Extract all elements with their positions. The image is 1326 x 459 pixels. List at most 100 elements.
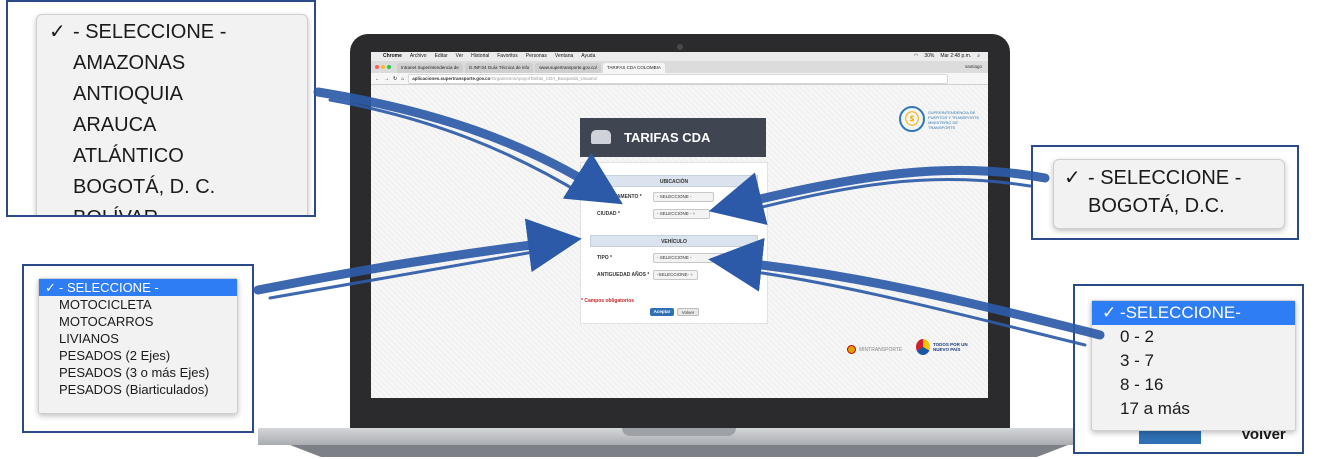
option-label: 17 a más — [1120, 399, 1190, 418]
tipo-option[interactable]: PESADOS (2 Ejes) — [39, 347, 237, 364]
option-label: - SELECCIONE - — [1088, 167, 1242, 189]
tipo-dropdown-list: ✓ - SELECCIONE - MOTOCICLETA MOTOCARROS L… — [38, 278, 238, 414]
menu-item-editar[interactable]: Editar — [435, 52, 448, 61]
url-field[interactable]: aplicaciones.supertransporte.gov.co/Orga… — [408, 73, 948, 84]
menu-item-archivo[interactable]: Archivo — [410, 52, 427, 61]
ciudad-dropdown-list: ✓ - SELECCIONE - BOGOTÁ, D.C. — [1053, 159, 1285, 229]
accept-button[interactable]: Aceptar — [650, 308, 674, 316]
logo-title: SUPERINTENDENCIA DE PUERTOS Y TRANSPORTE — [928, 110, 980, 120]
clock[interactable]: Mar 2:48 p.m. — [940, 52, 971, 61]
option-label: ATLÁNTICO — [73, 145, 184, 167]
antiguedad-select[interactable]: -SELECCIONE- ÷ — [653, 270, 698, 280]
battery-percent[interactable]: 30% — [924, 52, 934, 61]
tipo-option[interactable]: MOTOCARROS — [39, 313, 237, 330]
ciudad-select[interactable]: - SELECCIONE - ÷ — [653, 209, 710, 219]
option-label: MOTOCARROS — [59, 314, 154, 329]
antiguedad-option[interactable]: 17 a más — [1092, 397, 1295, 421]
minimize-window-icon[interactable] — [381, 65, 385, 69]
browser-tab-guia-tecnica[interactable]: G.INF.04 Guía Técnica de info — [464, 63, 534, 73]
antiguedad-option[interactable]: 3 - 7 — [1092, 349, 1295, 373]
ciudad-option[interactable]: BOGOTÁ, D.C. — [1054, 192, 1284, 220]
option-label: AMAZONAS — [73, 52, 186, 74]
departamento-row: DEPARTAMENTO * - SELECCIONE - — [597, 187, 767, 207]
todos-por-un-nuevo-pais-logo: TODOS POR UN NUEVO PAÍS — [916, 337, 976, 357]
nuevo-pais-flag-icon — [916, 339, 930, 355]
close-window-icon[interactable] — [375, 65, 379, 69]
option-label: ANTIOQUIA — [73, 83, 184, 105]
profile-name[interactable]: santiago — [965, 61, 982, 73]
tipo-option[interactable]: LIVIANOS — [39, 330, 237, 347]
browser-tab-strip: Intranet Superintendencia de G.INF.04 Gu… — [371, 61, 988, 73]
option-label: BOLÍVAR — [73, 207, 158, 215]
tipo-option[interactable]: PESADOS (Biarticulados) — [39, 381, 237, 398]
departamento-option[interactable]: ✓ - SELECCIONE - — [37, 17, 307, 48]
webcam — [677, 44, 683, 50]
logo-subtitle: MINISTERIO DE TRANSPORTE — [928, 120, 959, 130]
window-controls — [375, 61, 391, 73]
antiguedad-option[interactable]: 8 - 16 — [1092, 373, 1295, 397]
antiguedad-options-callout: Volver ✓ -SELECCIONE- 0 - 2 3 - 7 8 - 16 … — [1073, 284, 1304, 454]
antiguedad-option[interactable]: 0 - 2 — [1092, 325, 1295, 349]
menu-item-personas[interactable]: Personas — [526, 52, 547, 61]
colombia-seal-icon — [847, 345, 856, 354]
option-label: PESADOS (Biarticulados) — [59, 382, 209, 397]
option-label: 8 - 16 — [1120, 375, 1164, 394]
reload-icon[interactable]: ↻ — [393, 76, 397, 82]
departamento-option[interactable]: AMAZONAS — [37, 48, 307, 79]
departamento-option[interactable]: BOGOTÁ, D. C. — [37, 172, 307, 203]
menu-item-ventana[interactable]: Ventana — [555, 52, 573, 61]
ciudad-label: CIUDAD * — [597, 211, 620, 217]
menu-item-historial[interactable]: Historial — [471, 52, 489, 61]
departamento-option[interactable]: BOLÍVAR — [37, 203, 307, 215]
home-icon[interactable]: ⌂ — [401, 76, 404, 82]
back-arrow-icon[interactable]: ← — [375, 76, 380, 82]
mintransporte-logo: MINTRANSPORTE — [847, 345, 902, 354]
mac-menubar: Chrome Archivo Editar Ver Historial Favo… — [371, 52, 988, 61]
url-host: aplicaciones.supertransporte.gov.co — [412, 75, 491, 81]
departamento-options-callout: ✓ - SELECCIONE - AMAZONAS ANTIOQUIA ARAUC… — [6, 0, 316, 217]
departamento-select[interactable]: - SELECCIONE - — [653, 192, 714, 202]
todos-line-1: TODOS POR UN — [933, 341, 968, 347]
option-label: PESADOS (2 Ejes) — [59, 348, 171, 363]
tipo-options-callout: ✓ - SELECCIONE - MOTOCICLETA MOTOCARROS L… — [22, 264, 254, 433]
antiguedad-row: ANTIGUEDAD AÑOS * -SELECCIONE- ÷ — [597, 265, 767, 285]
tipo-select[interactable]: - SELECCIONE - — [653, 253, 728, 263]
wifi-icon[interactable]: ◠ — [914, 52, 918, 61]
departamento-option[interactable]: ANTIOQUIA — [37, 79, 307, 110]
car-icon — [591, 130, 611, 144]
menu-item-favoritos[interactable]: Favoritos — [497, 52, 518, 61]
browser-toolbar: ← → ↻ ⌂ aplicaciones.supertransporte.gov… — [371, 73, 988, 85]
tipo-row: TIPO * - SELECCIONE - — [597, 251, 767, 265]
checkmark-icon: ✓ — [1102, 303, 1117, 322]
laptop-foot — [290, 445, 1068, 457]
antiguedad-label: ANTIGUEDAD AÑOS * — [597, 272, 650, 278]
back-button[interactable]: Volver — [677, 308, 699, 316]
browser-tab-tarifas[interactable]: TARIFAS CDA COLOMBIA — [602, 63, 665, 73]
menu-item-ayuda[interactable]: Ayuda — [581, 52, 595, 61]
todos-text: TODOS POR UN NUEVO PAÍS — [933, 342, 968, 353]
mintransporte-text: MINTRANSPORTE — [859, 346, 903, 353]
option-label: ARAUCA — [73, 114, 157, 136]
departamento-option[interactable]: ATLÁNTICO — [37, 141, 307, 172]
option-label: MOTOCICLETA — [59, 297, 152, 312]
menu-app-name[interactable]: Chrome — [383, 52, 402, 61]
maximize-window-icon[interactable] — [387, 65, 391, 69]
laptop-screen: Chrome Archivo Editar Ver Historial Favo… — [371, 52, 988, 398]
browser-tab-supertransporte[interactable]: www.supertransporte.gov.co/ — [535, 63, 601, 73]
departamento-dropdown-list: ✓ - SELECCIONE - AMAZONAS ANTIOQUIA ARAUC… — [36, 14, 308, 215]
ciudad-row: CIUDAD * - SELECCIONE - ÷ — [597, 207, 767, 221]
option-label: -SELECCIONE- — [1120, 303, 1241, 322]
supertransporte-logo-text: SUPERINTENDENCIA DE PUERTOS Y TRANSPORTE… — [928, 110, 984, 130]
browser-tab-intranet[interactable]: Intranet Superintendencia de — [397, 63, 463, 73]
tipo-option[interactable]: MOTOCICLETA — [39, 296, 237, 313]
tipo-option[interactable]: ✓ - SELECCIONE - — [39, 279, 237, 296]
search-icon[interactable]: ⌕ — [977, 52, 980, 61]
forward-arrow-icon[interactable]: → — [384, 76, 389, 82]
ciudad-option[interactable]: ✓ - SELECCIONE - — [1054, 164, 1284, 192]
antiguedad-dropdown-list: ✓ -SELECCIONE- 0 - 2 3 - 7 8 - 16 17 a má… — [1091, 300, 1296, 431]
antiguedad-option[interactable]: ✓ -SELECCIONE- — [1092, 301, 1295, 325]
menu-item-ver[interactable]: Ver — [456, 52, 464, 61]
tipo-option[interactable]: PESADOS (3 o más Ejes) — [39, 364, 237, 381]
tipo-label: TIPO * — [597, 255, 613, 261]
departamento-option[interactable]: ARAUCA — [37, 110, 307, 141]
